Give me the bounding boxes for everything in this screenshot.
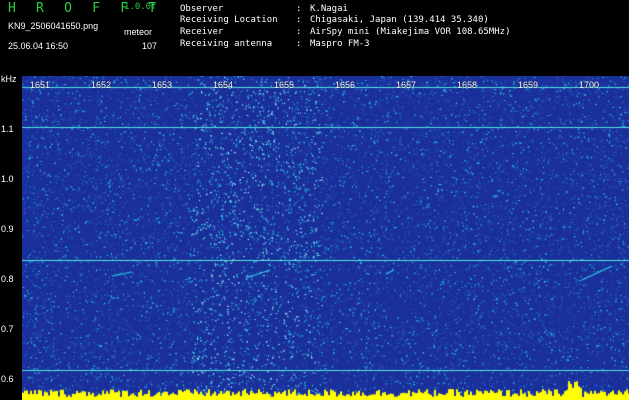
version-label: 1.0.0f xyxy=(124,2,157,12)
header-panel: H R O F F T 1.0.0f KN9_2506041650.png me… xyxy=(0,0,629,72)
y-tick-label: 0.9 xyxy=(1,224,14,234)
file-name: KN9_2506041650.png xyxy=(8,21,99,31)
y-tick-label: 0.6 xyxy=(1,374,14,384)
location-separator: : xyxy=(296,15,302,25)
spectrogram-plot xyxy=(22,76,629,400)
antenna-label: Receiving antenna xyxy=(180,39,273,49)
timestamp: 25.06.04 16:50 xyxy=(8,41,69,51)
x-tick-label: 1653 xyxy=(152,80,173,90)
y-tick-label: 0.8 xyxy=(1,274,14,284)
antenna-separator: : xyxy=(296,39,302,49)
observer-value: K.Nagai xyxy=(310,4,348,14)
location-value: Chigasaki, Japan (139.414 35.340) xyxy=(310,15,489,25)
event-count: 107 xyxy=(142,41,158,51)
frequency-unit: kHz xyxy=(1,74,17,84)
x-tick-label: 1651 xyxy=(30,80,51,90)
observer-label: Observer xyxy=(180,4,224,14)
location-label: Receiving Location xyxy=(180,15,278,25)
x-tick-label: 1657 xyxy=(396,80,417,90)
receiver-label: Receiver xyxy=(180,27,224,37)
x-tick-label: 1659 xyxy=(518,80,539,90)
observer-separator: : xyxy=(296,4,302,14)
mode-label: meteor xyxy=(124,27,153,37)
x-tick-label: 1658 xyxy=(457,80,478,90)
y-tick-label: 1.1 xyxy=(1,124,14,134)
x-tick-label: 1655 xyxy=(274,80,295,90)
frequency-axis: kHz 1.1 1.0 0.9 0.8 0.7 0.6 xyxy=(0,72,22,400)
receiver-value: AirSpy mini (Miakejima VOR 108.65MHz) xyxy=(310,27,511,37)
y-tick-label: 1.0 xyxy=(1,174,14,184)
y-tick-label: 0.7 xyxy=(1,324,14,334)
x-tick-label: 1654 xyxy=(213,80,234,90)
antenna-value: Maspro FM-3 xyxy=(310,39,370,49)
x-tick-label: 1656 xyxy=(335,80,356,90)
x-tick-label: 1652 xyxy=(91,80,112,90)
receiver-separator: : xyxy=(296,27,302,37)
x-tick-label: 1700 xyxy=(579,80,600,90)
